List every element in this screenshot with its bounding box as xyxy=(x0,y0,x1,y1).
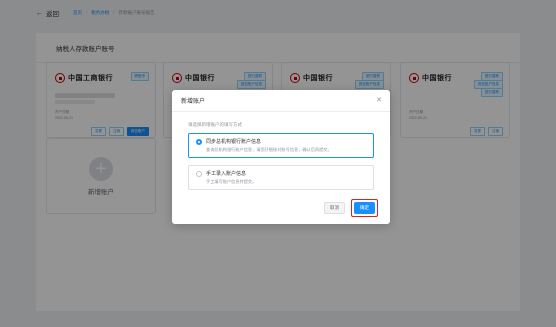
cancel-button[interactable]: 取消 xyxy=(324,202,345,214)
add-account-dialog: 新增账户 ✕ 请选择新增账户的填写方式 同步总机构银行账户信息 查询总机构银行账… xyxy=(172,90,390,224)
option-description: 查询总机构银行账户信息，请您仔细核对账号信息，确认后再提交。 xyxy=(206,147,332,152)
dialog-footer: 取消 确定 xyxy=(324,199,378,217)
option-title: 手工录入账户信息 xyxy=(206,171,247,177)
option-title: 同步总机构银行账户信息 xyxy=(206,139,262,145)
option-manual-entry[interactable]: 手工录入账户信息 手工填写账户信息并提交。 xyxy=(188,165,374,190)
dialog-header: 新增账户 xyxy=(172,90,390,112)
option-sync-bank-info[interactable]: 同步总机构银行账户信息 查询总机构银行账户信息，请您仔细核对账号信息，确认后再提… xyxy=(188,133,374,158)
radio-icon[interactable] xyxy=(196,171,202,177)
confirm-button[interactable]: 确定 xyxy=(354,202,375,214)
dialog-title: 新增账户 xyxy=(181,99,206,105)
dialog-hint: 请选择新增账户的填写方式 xyxy=(188,122,242,127)
option-description: 手工填写账户信息并提交。 xyxy=(206,179,257,184)
confirm-highlight: 确定 xyxy=(351,199,378,217)
close-icon[interactable]: ✕ xyxy=(375,97,383,105)
radio-selected-icon[interactable] xyxy=(196,139,202,145)
